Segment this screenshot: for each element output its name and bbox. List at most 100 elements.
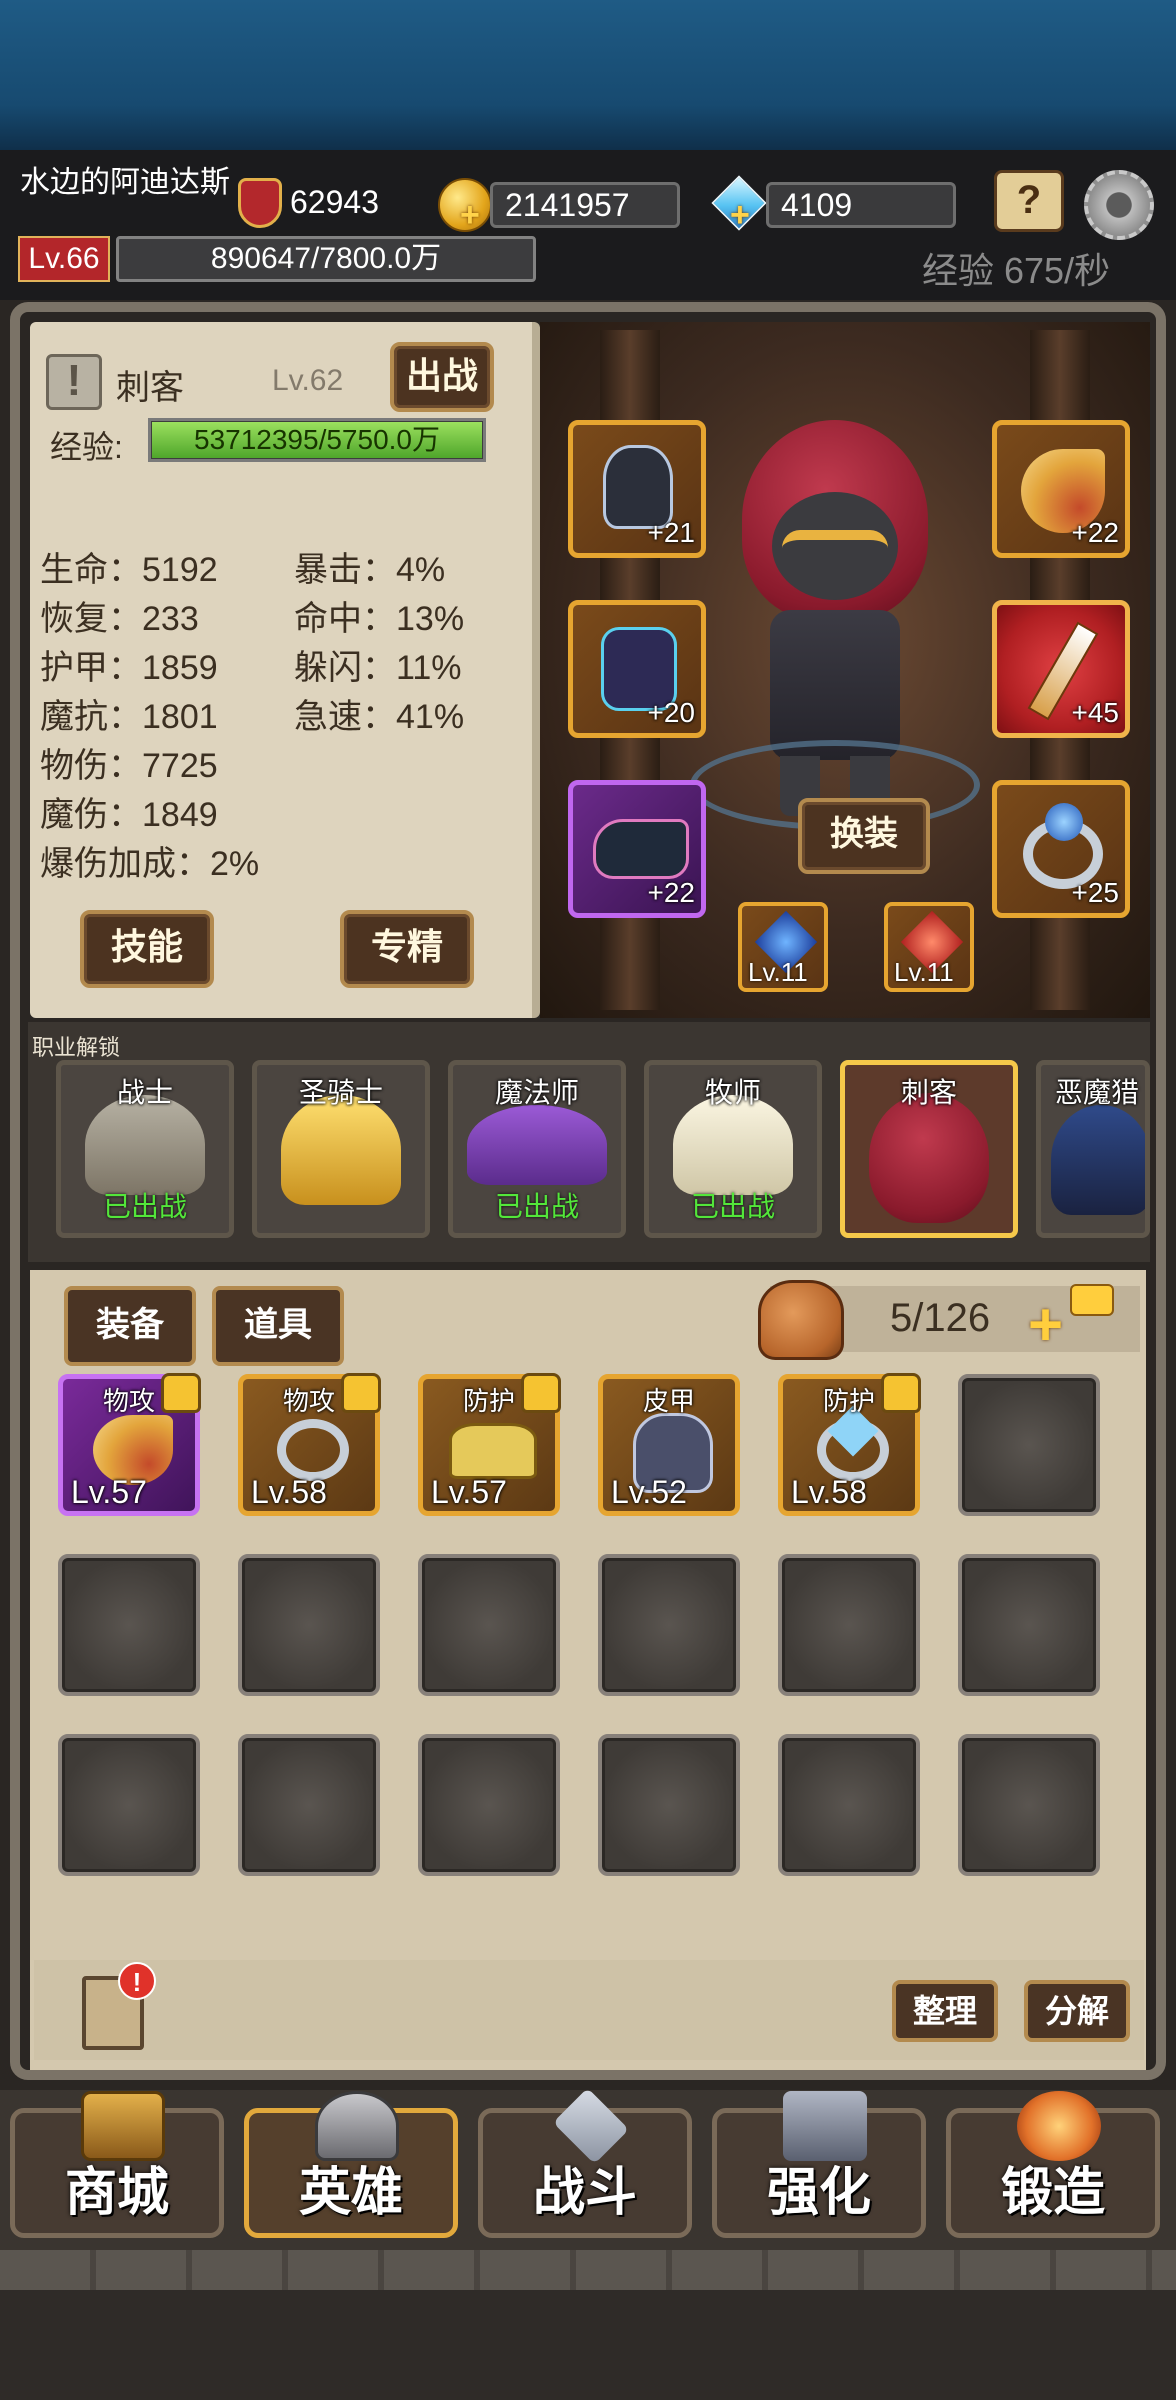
stat-physical-damage: 物伤：7725 — [40, 747, 218, 785]
assassin-hood-icon — [869, 1093, 989, 1223]
slot-plus: +25 — [1071, 877, 1120, 908]
job-card-assassin[interactable]: 刺客 — [840, 1060, 1018, 1238]
skill-button[interactable]: 技能 — [80, 910, 214, 988]
equip-slot-helmet[interactable]: +21 — [568, 420, 706, 558]
tab-items[interactable]: 道具 — [212, 1286, 344, 1366]
empty-slot[interactable] — [238, 1554, 380, 1696]
job-card-warrior[interactable]: 战士 已出战 — [56, 1060, 234, 1238]
video-ad-icon[interactable] — [1070, 1284, 1114, 1316]
nav-enhance[interactable]: 强化 — [712, 2091, 926, 2238]
job-card-priest[interactable]: 牧师 已出战 — [644, 1060, 822, 1238]
equip-slot-armor[interactable]: +20 — [568, 600, 706, 738]
job-name: 牧师 — [704, 1077, 761, 1108]
nav-label: 锻造 — [1000, 2164, 1105, 2222]
ring-icon — [277, 1419, 349, 1481]
empty-slot[interactable] — [958, 1554, 1100, 1696]
empty-slot[interactable] — [598, 1554, 740, 1696]
stat-crit-damage: 爆伤加成：2% — [40, 845, 260, 883]
sort-button[interactable]: 整理 — [892, 1980, 998, 2042]
stat-magic-damage: 魔伤：1849 — [40, 796, 218, 834]
stat-dodge: 躲闪：11% — [294, 649, 462, 687]
stat-armor: 护甲：1859 — [40, 649, 218, 687]
empty-slot[interactable] — [238, 1734, 380, 1876]
tab-equipment[interactable]: 装备 — [64, 1286, 196, 1366]
equip-slot-boots[interactable]: +22 — [568, 780, 706, 918]
player-level-badge: Lv.66 — [18, 236, 110, 282]
stat-crit: 暴击：4% — [294, 551, 446, 589]
inventory-item[interactable]: 防护 Lv.57 — [418, 1373, 561, 1516]
lock-icon — [521, 1373, 561, 1413]
stat-magic-resist: 魔抗：1801 — [40, 698, 218, 736]
job-card-demon-hunter[interactable]: 恶魔猎 — [1036, 1060, 1150, 1238]
job-card-paladin[interactable]: 圣骑士 — [252, 1060, 430, 1238]
mage-hat-icon — [467, 1105, 607, 1185]
help-book-icon[interactable]: ? — [994, 170, 1064, 232]
inventory-item[interactable]: 防护 Lv.58 — [778, 1373, 921, 1516]
hero-xp-value: 53712395/5750.0万 — [152, 422, 482, 458]
gold-add-icon[interactable]: + — [460, 196, 480, 235]
slot-plus: +22 — [1071, 517, 1120, 548]
nav-forge[interactable]: 锻造 — [946, 2091, 1160, 2238]
item-level: Lv.57 — [431, 1474, 507, 1510]
empty-slot[interactable] — [958, 1374, 1100, 1516]
empty-slot[interactable] — [598, 1734, 740, 1876]
hero-xp-label: 经验: — [50, 429, 123, 465]
nav-label: 英雄 — [298, 2164, 403, 2222]
empty-slot[interactable] — [418, 1554, 560, 1696]
job-card-mage[interactable]: 魔法师 已出战 — [448, 1060, 626, 1238]
hero-body — [770, 610, 900, 760]
equip-slot-ring[interactable]: +25 — [992, 780, 1130, 918]
equip-slot-weapon[interactable]: +45 — [992, 600, 1130, 738]
job-name: 刺客 — [900, 1077, 957, 1108]
job-status: 已出战 — [494, 1191, 579, 1222]
nav-shop[interactable]: 商城 — [10, 2091, 224, 2238]
ring-gem — [1045, 803, 1083, 841]
nav-label: 商城 — [64, 2164, 169, 2222]
inventory-item[interactable]: 物攻 Lv.58 — [238, 1373, 381, 1516]
stat-hit: 命中：13% — [294, 600, 465, 638]
empty-slot[interactable] — [58, 1554, 200, 1696]
stats-left-column: 生命：5192 恢复：233 护甲：1859 魔抗：1801 物伤：7725 魔… — [40, 546, 259, 889]
equip-slot-horn[interactable]: +22 — [992, 420, 1130, 558]
swap-gear-button[interactable]: 换装 — [798, 798, 930, 874]
power-shield-icon — [238, 178, 282, 228]
settings-gear-icon[interactable] — [1084, 170, 1154, 240]
job-status: 已出战 — [690, 1191, 775, 1222]
slot-plus: +21 — [647, 517, 696, 548]
empty-slot[interactable] — [58, 1734, 200, 1876]
decompose-button[interactable]: 分解 — [1024, 1980, 1130, 2042]
empty-slot[interactable] — [778, 1734, 920, 1876]
empty-slot[interactable] — [418, 1734, 560, 1876]
deploy-button[interactable]: 出战 — [390, 342, 494, 412]
hero-class-level: Lv.62 — [272, 364, 344, 397]
info-icon[interactable]: ! — [46, 354, 102, 410]
gold-amount: 2141957 — [490, 182, 680, 228]
stat-regen: 恢复：233 — [40, 600, 199, 638]
empty-slot[interactable] — [778, 1554, 920, 1696]
specialize-button[interactable]: 专精 — [340, 910, 474, 988]
demon-hunter-icon — [1051, 1105, 1145, 1215]
inventory-item[interactable]: 物攻 Lv.57 — [58, 1373, 201, 1516]
player-xp-bar: 890647/7800.0万 — [116, 236, 536, 282]
gem-slot-blue[interactable]: Lv.11 — [738, 902, 828, 992]
hero-class-name: 刺客 — [116, 369, 184, 407]
item-level: Lv.57 — [71, 1474, 147, 1510]
paladin-helmet-icon — [281, 1095, 401, 1205]
slot-plus: +22 — [647, 877, 696, 908]
player-name: 水边的阿迪达斯 — [20, 166, 230, 199]
nav-label: 战斗 — [532, 2164, 637, 2222]
nav-battle[interactable]: 战斗 — [478, 2087, 692, 2238]
backpack-icon — [758, 1280, 844, 1360]
bracers-icon — [449, 1423, 537, 1479]
job-name: 魔法师 — [494, 1077, 579, 1108]
job-name: 恶魔猎 — [1055, 1077, 1140, 1108]
sky-background — [0, 0, 1176, 150]
gem-slot-red[interactable]: Lv.11 — [884, 902, 974, 992]
gem-add-icon[interactable]: + — [730, 196, 750, 235]
nav-hero[interactable]: 英雄 — [244, 2091, 458, 2238]
inventory-item[interactable]: 皮甲 Lv.52 — [598, 1374, 740, 1516]
empty-slot[interactable] — [958, 1734, 1100, 1876]
expand-bag-icon[interactable]: + — [1028, 1290, 1063, 1359]
nav-label: 强化 — [766, 2164, 871, 2222]
slot-plus: +20 — [647, 697, 696, 728]
